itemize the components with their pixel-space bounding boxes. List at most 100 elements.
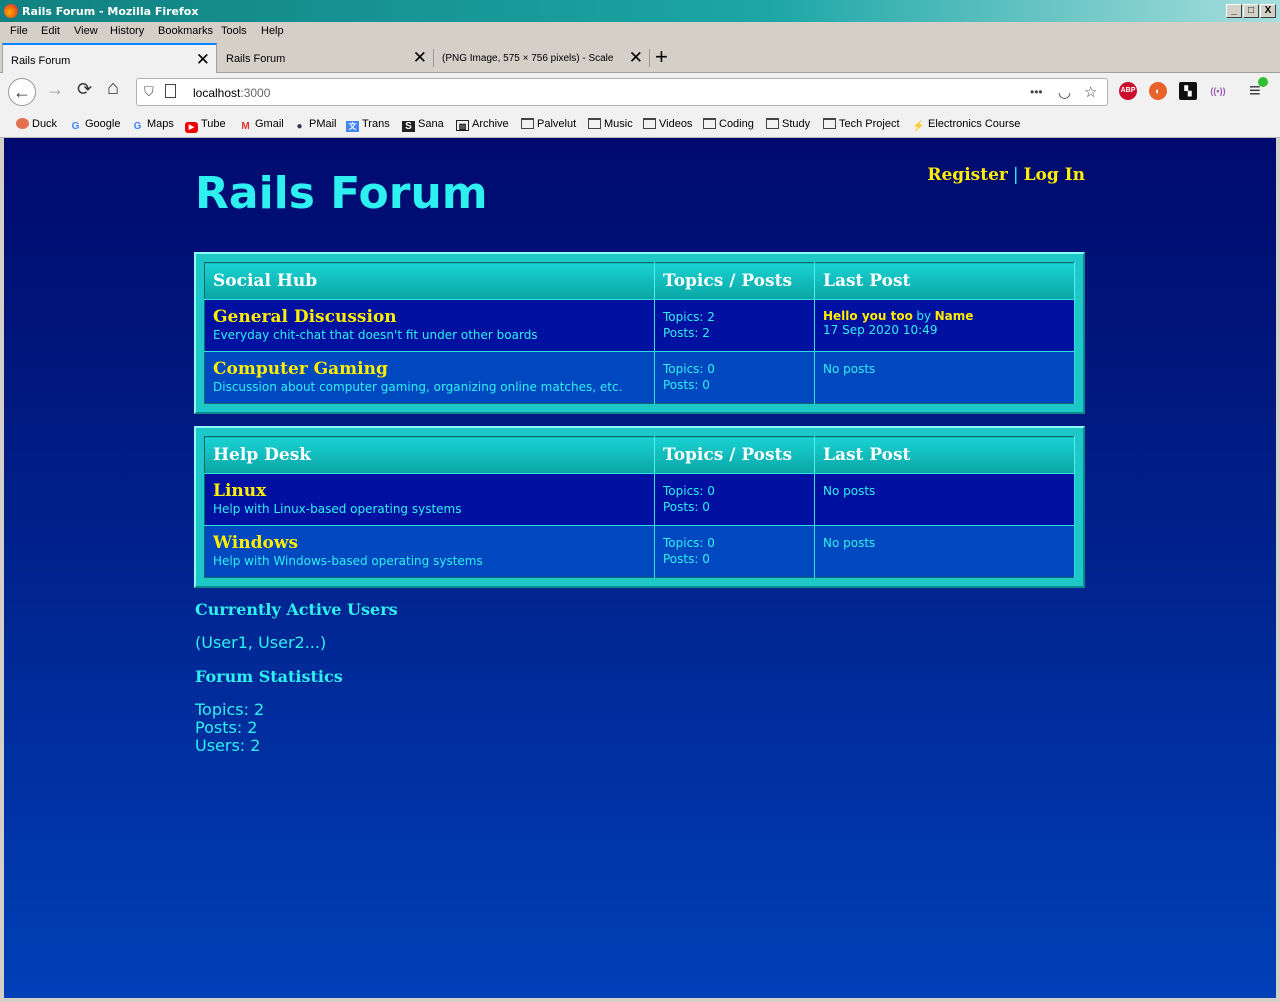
bookmark-folder-music[interactable]: Music [588,118,633,130]
login-link[interactable]: Log In [1024,165,1085,185]
tab-rails-forum-1[interactable]: Rails Forum ✕ [2,43,217,74]
close-window-button[interactable]: X [1260,4,1276,18]
tab-rails-forum-2[interactable]: Rails Forum ✕ [218,43,433,73]
folder-icon [766,118,779,129]
adblock-icon[interactable]: ABP [1119,82,1137,100]
menu-bookmarks[interactable]: Bookmarks [158,25,213,37]
google-icon: G [133,121,142,132]
bookmark-trans[interactable]: 文 Trans [346,118,390,132]
bookmark-tube[interactable]: ▶ Tube [185,118,226,133]
site-title[interactable]: Rails Forum [195,168,488,219]
bookmark-folder-tech-project[interactable]: Tech Project [823,118,900,130]
menu-history[interactable]: History [110,25,144,37]
no-posts-text: No posts [823,536,876,550]
radio-icon[interactable]: ((•)) [1209,82,1227,100]
menu-edit[interactable]: Edit [41,25,60,37]
url-text[interactable]: localhost:3000 [193,86,270,100]
bookmark-pmail[interactable]: ● PMail [293,118,336,132]
topics-count: Topics: 0 [663,484,715,498]
home-button[interactable]: ⌂ [107,77,119,100]
bookmark-google[interactable]: G Google [69,118,121,132]
auth-separator: | [1012,165,1019,185]
tab-png-image[interactable]: (PNG Image, 575 × 756 pixels) - Scale ✕ [434,43,649,73]
board-help-desk: Help Desk Topics / Posts Last Post Linux… [194,426,1085,588]
forum-link-general-discussion[interactable]: General Discussion [213,307,646,327]
clapper-icon[interactable]: ▚ [1179,82,1197,100]
stat-topics: Topics: 2 [195,700,265,719]
forum-description: Everyday chit-chat that doesn't fit unde… [213,328,538,342]
bookmark-maps[interactable]: G Maps [131,118,174,132]
bookmark-folder-study[interactable]: Study [766,118,810,130]
window-titlebar: Rails Forum - Mozilla Firefox _ □ X [0,0,1280,22]
close-icon[interactable]: ✕ [196,50,210,70]
bookmark-duck[interactable]: Duck [16,118,57,130]
last-post-by: by [916,309,932,323]
maximize-button[interactable]: □ [1243,4,1259,18]
last-post-user-link[interactable]: Name [935,309,974,323]
forum-description: Help with Windows-based operating system… [213,554,483,568]
back-button[interactable]: ← [8,78,36,106]
no-posts-text: No posts [823,484,876,498]
forum-link-windows[interactable]: Windows [213,533,646,553]
archive-icon: ▥ [456,120,469,131]
bookmark-folder-palvelut[interactable]: Palvelut [521,118,576,130]
forum-row: General Discussion Everyday chit-chat tha… [204,299,1075,352]
bookmark-gmail[interactable]: M Gmail [239,118,283,132]
forum-link-computer-gaming[interactable]: Computer Gaming [213,359,646,379]
window-title: Rails Forum - Mozilla Firefox [22,5,199,18]
minimize-button[interactable]: _ [1226,4,1242,18]
page-actions-button[interactable]: ••• [1030,85,1043,99]
tab-separator [649,49,650,67]
new-tab-button[interactable]: + [655,44,668,70]
shield-icon[interactable]: ⛉ [144,84,154,100]
folder-icon [643,118,656,129]
folder-icon [521,118,534,129]
sana-icon: S [402,121,415,132]
close-icon[interactable]: ✕ [413,48,427,68]
board-social-hub: Social Hub Topics / Posts Last Post Gene… [194,252,1085,414]
menu-help[interactable]: Help [261,25,284,37]
user-icon: ● [296,121,303,132]
register-link[interactable]: Register [927,165,1007,185]
active-users-list: (User1, User2...) [195,633,327,652]
forum-table: Social Hub Topics / Posts Last Post Gene… [204,262,1075,404]
menu-view[interactable]: View [74,25,98,37]
stat-users: Users: 2 [195,736,261,755]
duckduckgo-icon[interactable]: ◐ [1149,82,1167,100]
tab-label: Rails Forum [226,53,286,65]
bookmark-star-icon[interactable]: ☆ [1084,83,1097,101]
firefox-icon [4,4,18,18]
url-bar[interactable]: ⛉ localhost:3000 ••• ◡ ☆ [136,78,1108,106]
youtube-icon: ▶ [185,122,198,133]
bookmark-sana[interactable]: S Sana [402,118,444,132]
pocket-icon[interactable]: ◡ [1058,83,1071,101]
posts-count: Posts: 2 [663,326,710,340]
tab-label: (PNG Image, 575 × 756 pixels) - Scale [442,53,614,64]
column-header-last-post: Last Post [814,436,1075,474]
menu-tools[interactable]: Tools [221,25,247,37]
tab-label: Rails Forum [11,55,71,67]
gmail-icon: M [241,121,250,132]
tab-bar: Rails Forum ✕ Rails Forum ✕ (PNG Image, … [0,41,1280,74]
forum-row: Computer Gaming Discussion about computer… [204,351,1075,404]
menu-file[interactable]: File [10,25,28,37]
bookmark-folder-coding[interactable]: Coding [703,118,754,130]
last-post-link[interactable]: Hello you too [823,309,913,323]
column-header-stats: Topics / Posts [654,436,815,474]
bookmark-folder-videos[interactable]: Videos [643,118,692,130]
reload-button[interactable]: ⟳ [77,79,92,100]
forum-description: Help with Linux-based operating systems [213,502,462,516]
close-icon[interactable]: ✕ [629,48,643,68]
page-icon [165,84,176,98]
auth-links: Register | Log In [927,165,1085,185]
board-title: Social Hub [204,262,655,300]
forward-button[interactable]: → [46,79,64,100]
bookmark-archive[interactable]: ▥ Archive [456,118,509,131]
electronics-icon: ⚡ [912,121,925,132]
posts-count: Posts: 0 [663,378,710,392]
forum-link-linux[interactable]: Linux [213,481,646,501]
topics-count: Topics: 2 [663,310,715,324]
posts-count: Posts: 0 [663,500,710,514]
bookmark-electronics-course[interactable]: ⚡ Electronics Course [912,118,1020,132]
folder-icon [588,118,601,129]
